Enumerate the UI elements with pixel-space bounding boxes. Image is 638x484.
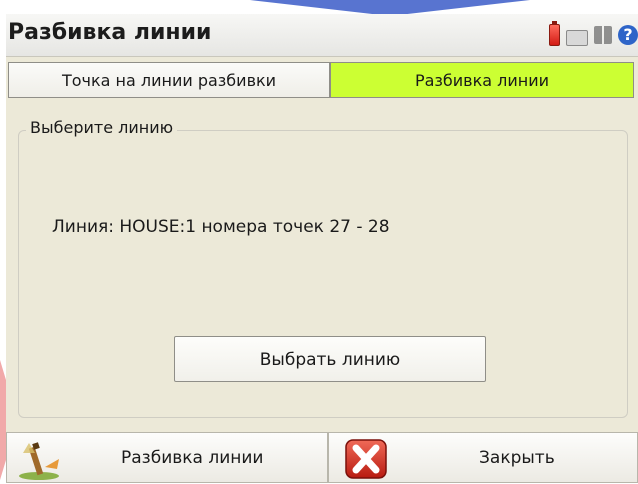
app-window: Разбивка линии ? Точка на линии разбивки… [6, 14, 638, 483]
close-label: Закрыть [479, 448, 555, 468]
group-legend: Выберите линию [26, 118, 178, 137]
battery-icon[interactable] [549, 21, 560, 46]
select-line-button[interactable]: Выбрать линию [174, 336, 486, 382]
grid-icon[interactable] [594, 26, 612, 44]
system-tray: ? [549, 21, 638, 46]
help-icon[interactable]: ? [618, 25, 638, 45]
tab-stakeout-line[interactable]: Разбивка линии [330, 62, 634, 98]
tab-point-on-line[interactable]: Точка на линии разбивки [8, 62, 330, 98]
tab-strip: Точка на линии разбивки Разбивка линии [8, 62, 634, 100]
stake-icon [19, 442, 59, 480]
close-button[interactable]: Закрыть [328, 432, 638, 483]
window-title: Разбивка линии [8, 20, 212, 45]
close-icon [345, 439, 387, 479]
line-info: Линия: HOUSE:1 номера точек 27 - 28 [52, 217, 390, 237]
bottom-bar: Разбивка линии Закрыть [6, 432, 638, 483]
stakeout-line-label: Разбивка линии [121, 448, 264, 468]
stakeout-line-button[interactable]: Разбивка линии [6, 432, 328, 483]
keyboard-icon[interactable] [566, 30, 588, 46]
title-bar: Разбивка линии ? [6, 14, 638, 57]
